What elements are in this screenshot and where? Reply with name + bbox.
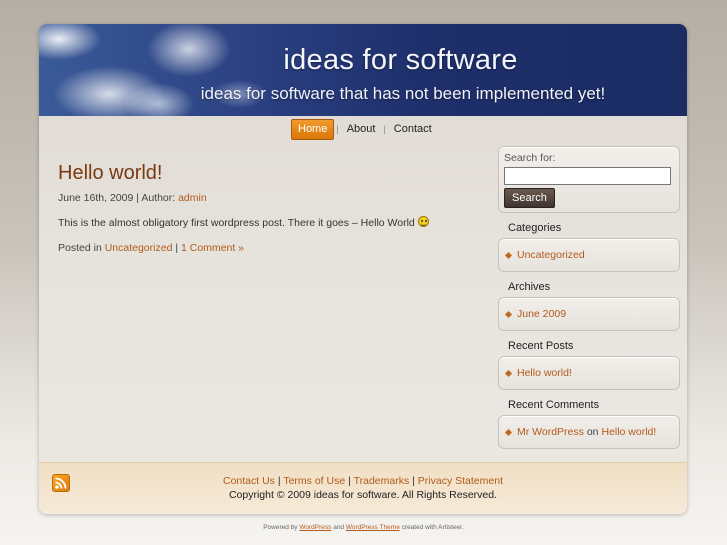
recent-posts-widget: Hello world! xyxy=(498,356,680,390)
bullet-icon xyxy=(504,251,513,259)
bullet-icon xyxy=(504,428,513,436)
posted-in-label: Posted in xyxy=(58,242,102,254)
comment-post-link[interactable]: Hello world! xyxy=(601,426,656,438)
archives-widget: June 2009 xyxy=(498,297,680,331)
archives-title: Archives xyxy=(508,281,551,293)
category-link[interactable]: Uncategorized xyxy=(105,242,173,254)
bullet-icon xyxy=(504,369,513,377)
footer-links: Contact Us | Terms of Use | Trademarks |… xyxy=(39,475,687,487)
post-footer: Posted in Uncategorized | 1 Comment » xyxy=(58,242,244,254)
smiley-icon xyxy=(417,216,429,227)
post-body-text: This is the almost obligatory first word… xyxy=(58,217,415,229)
powered-and: and xyxy=(333,524,345,531)
categories-title: Categories xyxy=(508,222,562,234)
post-author-link[interactable]: admin xyxy=(178,192,207,204)
post-body: This is the almost obligatory first word… xyxy=(58,216,429,229)
search-widget: Search for: Search xyxy=(498,146,680,213)
post-meta: June 16th, 2009 | Author: admin xyxy=(58,192,207,204)
powered-by: Powered by WordPress and WordPress Theme… xyxy=(0,524,727,531)
wordpress-link[interactable]: WordPress xyxy=(299,524,331,531)
nav-contact[interactable]: Contact xyxy=(388,120,438,139)
nav-home[interactable]: Home xyxy=(291,118,335,140)
post-author-prefix: | Author: xyxy=(136,192,176,204)
site-slogan: ideas for software that has not been imp… xyxy=(200,84,606,103)
post-title[interactable]: Hello world! xyxy=(58,162,162,185)
powered-suffix: created with Artisteer. xyxy=(401,524,464,531)
site-header: ideas for software ideas for software th… xyxy=(39,24,687,116)
footer-link-contact[interactable]: Contact Us xyxy=(223,475,275,487)
page-sheet: ideas for software ideas for software th… xyxy=(39,24,687,514)
nav-about[interactable]: About xyxy=(341,120,382,139)
main-nav: Home | About | Contact xyxy=(291,118,438,140)
post-footer-separator: | xyxy=(175,242,179,254)
footer-separator: | xyxy=(277,475,281,487)
footer-separator: | xyxy=(348,475,351,487)
search-label: Search for: xyxy=(504,152,556,164)
footer-link-terms[interactable]: Terms of Use xyxy=(283,475,345,487)
footer-link-privacy[interactable]: Privacy Statement xyxy=(418,475,503,487)
recent-posts-title: Recent Posts xyxy=(508,340,574,352)
archive-item-june-2009[interactable]: June 2009 xyxy=(517,308,566,320)
search-input[interactable] xyxy=(504,167,671,185)
site-footer: Contact Us | Terms of Use | Trademarks |… xyxy=(39,462,687,514)
recent-comments-title: Recent Comments xyxy=(508,399,600,411)
comments-link[interactable]: 1 Comment » xyxy=(181,242,244,254)
comment-author-link[interactable]: Mr WordPress xyxy=(517,426,584,438)
categories-widget: Uncategorized xyxy=(498,238,680,272)
wordpress-theme-link[interactable]: WordPress Theme xyxy=(346,524,400,531)
footer-separator: | xyxy=(412,475,415,487)
post-date: June 16th, 2009 xyxy=(58,192,134,204)
recent-comments-widget: Mr WordPress on Hello world! xyxy=(498,415,680,449)
footer-link-trademarks[interactable]: Trademarks xyxy=(354,475,410,487)
bullet-icon xyxy=(504,310,513,318)
search-button[interactable]: Search xyxy=(504,188,555,208)
recent-post-item[interactable]: Hello world! xyxy=(517,367,572,379)
sidebar: Search for: Search Categories Uncategori… xyxy=(498,146,680,449)
category-item-uncategorized[interactable]: Uncategorized xyxy=(517,249,585,261)
copyright: Copyright © 2009 ideas for software. All… xyxy=(228,489,498,501)
site-title[interactable]: ideas for software xyxy=(39,44,687,77)
comment-on-label: on xyxy=(586,426,599,438)
powered-prefix: Powered by xyxy=(263,524,298,531)
